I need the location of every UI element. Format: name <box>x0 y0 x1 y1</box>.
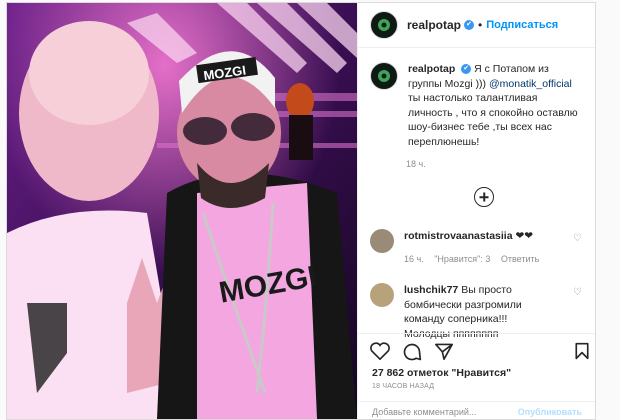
comment-likes[interactable]: "Нравится": 3 <box>434 254 490 264</box>
post-photo[interactable]: MOZGI MOZGI <box>7 3 357 419</box>
separator-dot: • <box>478 18 483 32</box>
avatar[interactable] <box>370 229 394 253</box>
comment-username[interactable]: rotmistrovaanastasiia <box>404 230 513 242</box>
list-item: rotmistrovaanastasiia ❤❤ 16 ч. "Нравится… <box>358 229 595 266</box>
caption-avatar[interactable] <box>370 62 398 90</box>
avatar[interactable] <box>370 283 394 307</box>
verified-icon: ✔ <box>464 20 475 30</box>
potap-logo-icon <box>378 70 390 82</box>
comment-meta: 16 ч. "Нравится": 3 Ответить <box>404 252 554 267</box>
comment-body: rotmistrovaanastasiia ❤❤ 16 ч. "Нравится… <box>404 229 554 266</box>
comment-input[interactable]: Добавьте комментарий... <box>372 407 476 417</box>
add-comment-bar: Добавьте комментарий... Опубликовать <box>358 401 595 419</box>
comment-text: ❤❤ <box>512 230 534 242</box>
action-bar <box>358 333 595 368</box>
likes-count[interactable]: 27 862 отметок "Нравится" <box>372 367 511 379</box>
caption-text: realpotap ✔ Я с Потапом из группы Mozgi … <box>408 62 578 149</box>
verified-icon: ✔ <box>461 64 472 75</box>
bookmark-icon[interactable] <box>574 342 590 360</box>
comment-icon[interactable] <box>402 342 422 362</box>
reply-button[interactable]: Ответить <box>501 254 539 264</box>
comment-username[interactable]: lushchik77 <box>404 284 458 296</box>
photo-scene: MOZGI MOZGI <box>7 3 357 419</box>
heart-icon[interactable] <box>370 342 390 360</box>
heart-icon[interactable]: ♡ <box>573 233 582 244</box>
header-username[interactable]: realpotap <box>407 18 461 32</box>
follow-button[interactable]: Подписаться <box>486 19 558 31</box>
avatar[interactable] <box>370 11 398 39</box>
post-side-panel: realpotap ✔ • Подписаться realpotap ✔ Я … <box>357 3 595 419</box>
caption-body-end: ты настолько талантливая личность , что … <box>408 92 578 148</box>
caption-username[interactable]: realpotap <box>408 63 455 75</box>
post-card: MOZGI MOZGI realpotap ✔ • Подписаться re… <box>6 2 596 420</box>
publish-button[interactable]: Опубликовать <box>518 407 582 417</box>
plus-circle-icon[interactable] <box>474 187 494 207</box>
post-age: 18 ЧАСОВ НАЗАД <box>372 383 435 390</box>
potap-logo-icon <box>378 19 390 31</box>
post-caption: realpotap ✔ Я с Потапом из группы Mozgi … <box>358 48 595 149</box>
caption-time: 18 ч. <box>406 159 426 169</box>
heart-icon[interactable]: ♡ <box>573 287 582 298</box>
post-header: realpotap ✔ • Подписаться <box>358 3 595 48</box>
comment-time: 16 ч. <box>404 253 424 264</box>
share-icon[interactable] <box>434 342 454 360</box>
mention-link[interactable]: @monatik_official <box>489 78 572 90</box>
